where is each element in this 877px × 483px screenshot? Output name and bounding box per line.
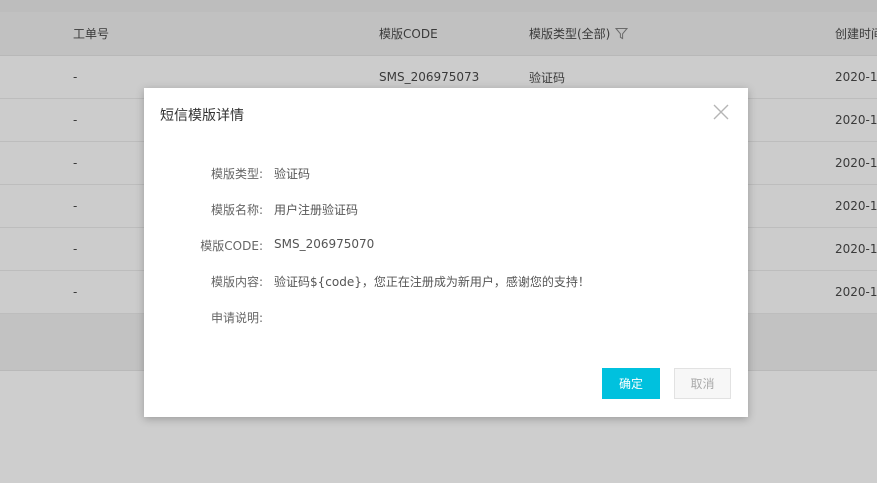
header-type[interactable]: 模版类型(全部) <box>529 12 629 55</box>
table-header: 工单号 模版CODE 模版类型(全部) 创建时间 <box>0 12 877 56</box>
field-value: 用户注册验证码 <box>274 203 359 217</box>
cell-ticket: - <box>73 113 78 127</box>
field-template-name: 模版名称: 用户注册验证码 <box>144 201 748 219</box>
cell-ticket: - <box>73 199 78 213</box>
field-label: 模版CODE: <box>200 239 263 253</box>
cell-created: 2020-12 <box>835 199 877 213</box>
cell-created: 2020-12 <box>835 113 877 127</box>
template-detail-dialog: 短信模版详情 模版类型: 验证码 模版名称: 用户注册验证码 模版CODE: S… <box>144 88 748 417</box>
cell-created: 2020-12 <box>835 242 877 256</box>
field-value: 验证码${code}，您正在注册成为新用户，感谢您的支持！ <box>274 275 590 289</box>
cell-ticket: - <box>73 242 78 256</box>
cell-ticket: - <box>73 70 78 84</box>
field-label: 模版类型: <box>210 167 263 181</box>
header-ticket: 工单号 <box>73 27 110 41</box>
cell-ticket: - <box>73 156 78 170</box>
close-icon[interactable] <box>711 102 731 122</box>
top-bar <box>0 0 877 12</box>
cell-ticket: - <box>73 285 78 299</box>
dialog-title: 短信模版详情 <box>160 108 244 124</box>
field-template-code: 模版CODE: SMS_206975070 <box>144 237 748 255</box>
field-label: 模版名称: <box>210 203 263 217</box>
field-label: 模版内容: <box>210 275 263 289</box>
cell-created: 2020-12 <box>835 285 877 299</box>
field-template-type: 模版类型: 验证码 <box>144 165 748 183</box>
field-application-note: 申请说明: <box>144 309 748 327</box>
header-created: 创建时间 <box>835 27 877 41</box>
cell-created: 2020-12 <box>835 70 877 84</box>
field-template-content: 模版内容: 验证码${code}，您正在注册成为新用户，感谢您的支持！ <box>144 273 748 291</box>
field-value: 验证码 <box>274 167 311 181</box>
confirm-button[interactable]: 确定 <box>602 368 660 399</box>
cancel-button[interactable]: 取消 <box>674 368 731 399</box>
header-code: 模版CODE <box>379 27 438 41</box>
cell-created: 2020-12 <box>835 156 877 170</box>
header-type-label: 模版类型(全部) <box>529 27 611 41</box>
filter-icon[interactable] <box>615 27 629 40</box>
field-value: SMS_206975070 <box>274 237 375 251</box>
field-label: 申请说明: <box>210 311 263 325</box>
